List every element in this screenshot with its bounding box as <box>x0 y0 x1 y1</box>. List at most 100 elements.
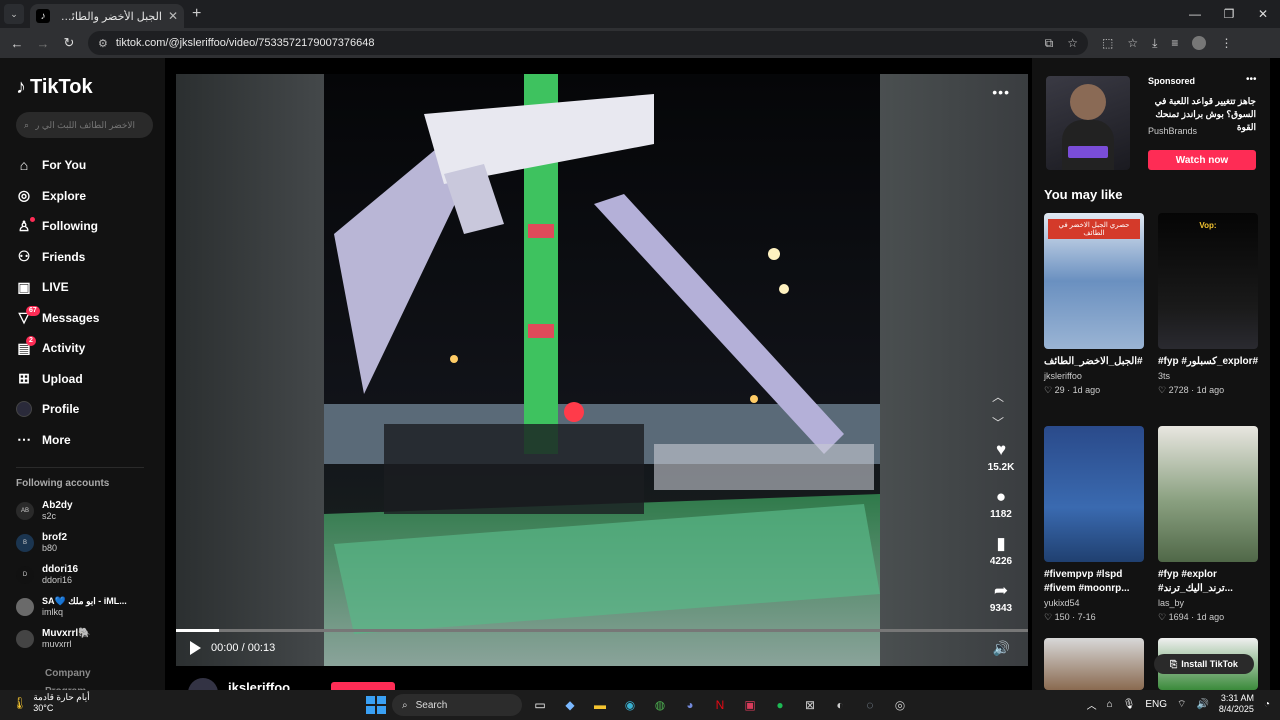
edge-icon[interactable]: ◉ <box>618 693 642 717</box>
extensions-icon[interactable]: ⬚ <box>1102 36 1113 50</box>
video-thumbnail[interactable] <box>1044 426 1144 562</box>
footer-link-company[interactable]: Company <box>45 665 165 683</box>
save-button[interactable]: ▮ 4226 <box>984 534 1018 567</box>
recommendation-user[interactable]: las_by <box>1158 596 1258 610</box>
video-thumbnail[interactable]: حصري الجبل الاخضر في الطائف <box>1044 213 1144 349</box>
reading-list-icon[interactable]: ≡ <box>1171 36 1178 50</box>
recommendation-user[interactable]: yukixd54 <box>1044 596 1144 610</box>
install-tiktok-button[interactable]: ⎘ Install TikTok <box>1154 654 1254 674</box>
site-info-icon[interactable]: ⚙ <box>98 37 108 50</box>
recommendation-user[interactable]: 3ts <box>1158 369 1258 383</box>
recommendation-card[interactable] <box>1044 638 1144 690</box>
nav-upload[interactable]: ⊞ Upload <box>16 364 165 395</box>
discord-icon[interactable]: ◕ <box>678 693 702 717</box>
app-icon[interactable]: ◐ <box>828 693 852 717</box>
ad-thumbnail[interactable] <box>1046 76 1130 170</box>
language-indicator[interactable]: ENG <box>1145 699 1167 710</box>
network-icon[interactable]: ⌂ <box>1107 699 1113 710</box>
minimize-icon[interactable]: — <box>1178 7 1212 21</box>
xbox-icon[interactable]: ⊠ <box>798 693 822 717</box>
nav-messages[interactable]: ▽ 67 Messages <box>16 303 165 334</box>
nav-friends[interactable]: ⚇ Friends <box>16 242 165 273</box>
tray-overflow-icon[interactable]: ︿ <box>1087 697 1097 712</box>
mic-icon[interactable]: 🎙 <box>1123 699 1136 710</box>
nav-following[interactable]: ♙ Following <box>16 211 165 242</box>
comment-button[interactable]: ● 1182 <box>984 487 1018 520</box>
recommendation-card[interactable]: #fyp #explor #ترند_اليك_ترند... las_by ♡… <box>1158 426 1258 624</box>
video-player[interactable]: ••• ︿ ﹀ ♥ 15.2K ● 1182 ▮ 4226 ➦ 9343 00:… <box>176 74 1028 666</box>
bookmarks-icon[interactable]: ☆ <box>1127 36 1138 50</box>
author-username[interactable]: jksleriffoo <box>228 680 290 690</box>
downloads-icon[interactable]: ⤓ <box>1152 36 1157 51</box>
search-input[interactable] <box>35 120 136 130</box>
video-thumbnail[interactable] <box>1158 426 1258 562</box>
weather-widget[interactable]: 🌡 أيام حارة قادمة 30°C <box>12 692 90 714</box>
nav-live[interactable]: ▣ LIVE <box>16 272 165 303</box>
file-explorer-icon[interactable]: ▬ <box>588 693 612 717</box>
url-text[interactable]: tiktok.com/@jksleriffoo/video/7533572179… <box>116 37 1037 49</box>
ad-brand[interactable]: PushBrands <box>1148 126 1197 136</box>
follow-button[interactable] <box>331 682 395 690</box>
profile-avatar-icon[interactable] <box>1192 36 1207 50</box>
search-box[interactable]: ⌕ <box>16 112 153 138</box>
watch-now-button[interactable]: Watch now <box>1148 150 1256 170</box>
install-app-icon[interactable]: ⧉ <box>1045 36 1054 51</box>
netflix-icon[interactable]: N <box>708 693 732 717</box>
recommendation-user[interactable]: jksleriffoo <box>1044 369 1144 383</box>
clock[interactable]: 3:31 AM 8/4/2025 <box>1219 693 1254 715</box>
play-icon[interactable] <box>190 641 201 655</box>
close-tab-icon[interactable]: ✕ <box>168 9 178 23</box>
windows-start-icon[interactable] <box>364 694 386 716</box>
ad-more-icon[interactable]: ••• <box>1246 74 1257 85</box>
wifi-icon[interactable]: ⌔ <box>1177 698 1186 711</box>
account-item[interactable]: SA💙 ابو ملك - iML... imlkq <box>16 591 165 623</box>
nav-more[interactable]: ⋯ More <box>16 425 165 456</box>
notification-icon[interactable]: ◔ <box>1264 699 1270 710</box>
nav-activity[interactable]: ▤ 2 Activity <box>16 333 165 364</box>
volume-icon[interactable]: 🔊 <box>993 640 1010 657</box>
reload-icon[interactable]: ↻ <box>58 32 80 54</box>
back-icon[interactable]: ← <box>6 32 28 54</box>
nav-profile[interactable]: Profile <box>16 394 165 425</box>
task-view-icon[interactable]: ▭ <box>528 693 552 717</box>
tab-search-button[interactable]: ⌄ <box>4 4 24 24</box>
account-item[interactable]: Muvxrrl🐘 muvxrrl <box>16 623 165 655</box>
account-item[interactable]: B brof2 b80 <box>16 527 165 559</box>
chrome-icon[interactable]: ◍ <box>648 693 672 717</box>
nav-label: Messages <box>42 310 100 325</box>
browser-tab[interactable]: ♪ الجبل الأخضر والطائف: تجربة مثيرة ✕ <box>30 4 184 28</box>
steam-icon[interactable]: ◌ <box>858 693 882 717</box>
copilot-icon[interactable]: ◆ <box>558 693 582 717</box>
next-video-icon[interactable]: ﹀ <box>992 410 1004 436</box>
post-date: 1d ago <box>1072 385 1101 395</box>
volume-icon[interactable]: 🔊 <box>1196 699 1208 710</box>
video-frame[interactable] <box>324 74 880 666</box>
close-window-icon[interactable]: ✕ <box>1246 7 1280 21</box>
previous-video-icon[interactable]: ︿ <box>992 384 1004 410</box>
taskbar-search[interactable]: ⌕ Search <box>392 694 522 716</box>
bookmark-star-icon[interactable]: ☆ <box>1067 36 1078 51</box>
share-button[interactable]: ➦ 9343 <box>984 581 1018 614</box>
like-button[interactable]: ♥ 15.2K <box>984 440 1018 473</box>
video-more-icon[interactable]: ••• <box>992 84 1010 100</box>
nav-explore[interactable]: ◎ Explore <box>16 181 165 212</box>
recommendation-card[interactable]: حصري الجبل الاخضر في الطائف #الجبل_الاخض… <box>1044 213 1144 397</box>
video-progress-bar[interactable] <box>176 629 1028 632</box>
tiktok-logo[interactable]: ♪ TikTok <box>16 74 165 100</box>
forward-icon[interactable]: → <box>32 32 54 54</box>
new-tab-button[interactable]: + <box>192 5 201 23</box>
profile-icon <box>16 401 32 418</box>
avatar[interactable] <box>188 678 218 690</box>
address-bar[interactable]: ⚙ tiktok.com/@jksleriffoo/video/75335721… <box>88 31 1088 55</box>
app-icon[interactable]: ◎ <box>888 693 912 717</box>
video-thumbnail[interactable]: Vop: <box>1158 213 1258 349</box>
app-red-icon[interactable]: ▣ <box>738 693 762 717</box>
account-item[interactable]: AB Ab2dy s2c <box>16 495 165 527</box>
nav-for-you[interactable]: ⌂ For You <box>16 150 165 181</box>
recommendation-card[interactable]: #fivempvp #lspd #fivem #moonrp... yukixd… <box>1044 426 1144 624</box>
recommendation-card[interactable]: Vop: #fyp #كسبلور_explor#ffff... 3ts ♡ 2… <box>1158 213 1258 397</box>
menu-kebab-icon[interactable]: ⋮ <box>1220 36 1232 50</box>
maximize-icon[interactable]: ❐ <box>1212 7 1246 21</box>
spotify-icon[interactable]: ● <box>768 693 792 717</box>
account-item[interactable]: D ddori16 ddori16 <box>16 559 165 591</box>
